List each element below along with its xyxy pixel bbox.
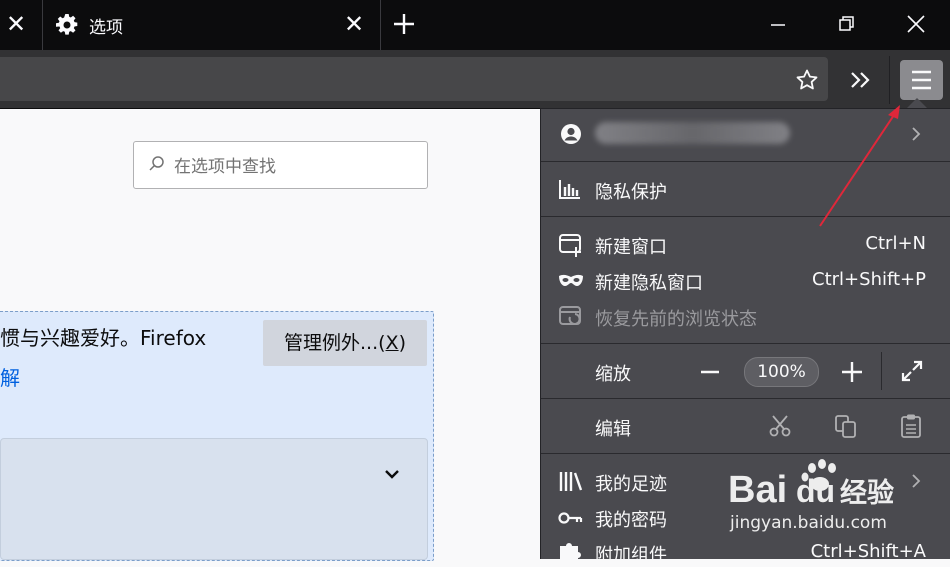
menu-item-restore-session: 恢复先前的浏览状态 bbox=[595, 309, 757, 330]
svg-text:du: du bbox=[796, 473, 835, 509]
search-placeholder: 在选项中查找 bbox=[174, 157, 276, 177]
baidu-jingyan-watermark: Bai du 经验 bbox=[728, 456, 903, 518]
watermark-url: jingyan.baidu.com bbox=[730, 513, 887, 533]
menu-item-passwords[interactable]: 我的密码 bbox=[595, 506, 667, 532]
gear-icon bbox=[55, 13, 79, 41]
menu-separator bbox=[541, 343, 950, 344]
menu-item-library[interactable]: 我的足迹 bbox=[595, 470, 667, 496]
close-tab-icon[interactable]: ✕ bbox=[341, 12, 367, 38]
menu-item-privacy-protection[interactable]: 隐私保护 bbox=[595, 178, 667, 204]
chevron-right-icon[interactable] bbox=[909, 472, 923, 494]
zoom-out-icon[interactable] bbox=[699, 361, 721, 387]
bookmark-star-icon[interactable] bbox=[795, 68, 819, 96]
chevron-right-icon[interactable] bbox=[909, 125, 923, 147]
svg-text:Bai: Bai bbox=[728, 469, 787, 511]
manage-exceptions-button[interactable]: 管理例外...(X) bbox=[263, 320, 427, 366]
new-window-icon bbox=[558, 232, 584, 262]
menu-separator bbox=[541, 453, 950, 454]
shortcut-addons: Ctrl+Shift+A bbox=[810, 541, 926, 562]
learn-more-link[interactable]: 解 bbox=[0, 362, 20, 391]
zoom-reset-button[interactable]: 100% bbox=[744, 357, 819, 387]
menu-item-new-private-window[interactable]: 新建隐私窗口 bbox=[595, 269, 703, 295]
overflow-chevron-icon[interactable] bbox=[848, 68, 874, 96]
svg-text:经验: 经验 bbox=[840, 477, 894, 509]
minimize-icon[interactable] bbox=[768, 15, 788, 39]
manage-exceptions-label: 管理例外...(X) bbox=[284, 332, 406, 354]
tab-separator bbox=[42, 0, 43, 50]
account-icon bbox=[559, 122, 583, 150]
tab-bar bbox=[0, 0, 950, 50]
tab-title[interactable]: 选项 bbox=[89, 13, 123, 38]
library-icon bbox=[558, 470, 584, 496]
key-icon bbox=[557, 509, 583, 531]
annotation-arrow bbox=[810, 100, 910, 234]
shortcut-new-window: Ctrl+N bbox=[865, 233, 926, 254]
collapsible-card[interactable] bbox=[0, 438, 428, 560]
url-bar[interactable] bbox=[0, 57, 828, 101]
info-text: 惯与兴趣爱好。Firefox bbox=[0, 326, 207, 350]
chevron-down-icon[interactable] bbox=[384, 466, 400, 485]
toolbar-separator bbox=[889, 56, 890, 104]
restore-icon[interactable] bbox=[837, 14, 857, 38]
search-icon bbox=[148, 155, 166, 177]
privacy-chart-icon bbox=[558, 178, 582, 204]
hamburger-icon bbox=[912, 70, 931, 90]
zoom-label: 缩放 bbox=[595, 364, 631, 385]
menu-item-new-window[interactable]: 新建窗口 bbox=[595, 233, 667, 259]
cut-scissors-icon[interactable] bbox=[768, 414, 792, 442]
private-mask-icon bbox=[557, 272, 585, 294]
close-window-icon[interactable] bbox=[905, 13, 927, 39]
edit-label: 编辑 bbox=[595, 419, 631, 440]
restore-session-icon bbox=[558, 304, 584, 334]
menu-separator bbox=[541, 398, 950, 399]
puzzle-icon bbox=[558, 540, 582, 564]
tab-separator bbox=[380, 0, 381, 50]
zoom-separator bbox=[881, 352, 882, 390]
baidu-paw-logo: Bai du 经验 bbox=[728, 459, 894, 511]
zoom-in-icon[interactable] bbox=[840, 360, 864, 388]
new-tab-icon[interactable] bbox=[392, 12, 416, 40]
close-tab-icon[interactable]: ✕ bbox=[3, 12, 29, 38]
copy-icon[interactable] bbox=[834, 414, 858, 442]
menu-item-addons[interactable]: 附加组件 bbox=[595, 541, 667, 567]
account-email-blurred[interactable] bbox=[595, 122, 790, 144]
fullscreen-icon[interactable] bbox=[900, 359, 924, 387]
paste-clipboard-icon[interactable] bbox=[899, 413, 923, 443]
hamburger-menu-button[interactable] bbox=[900, 60, 943, 100]
shortcut-new-private-window: Ctrl+Shift+P bbox=[812, 269, 926, 290]
